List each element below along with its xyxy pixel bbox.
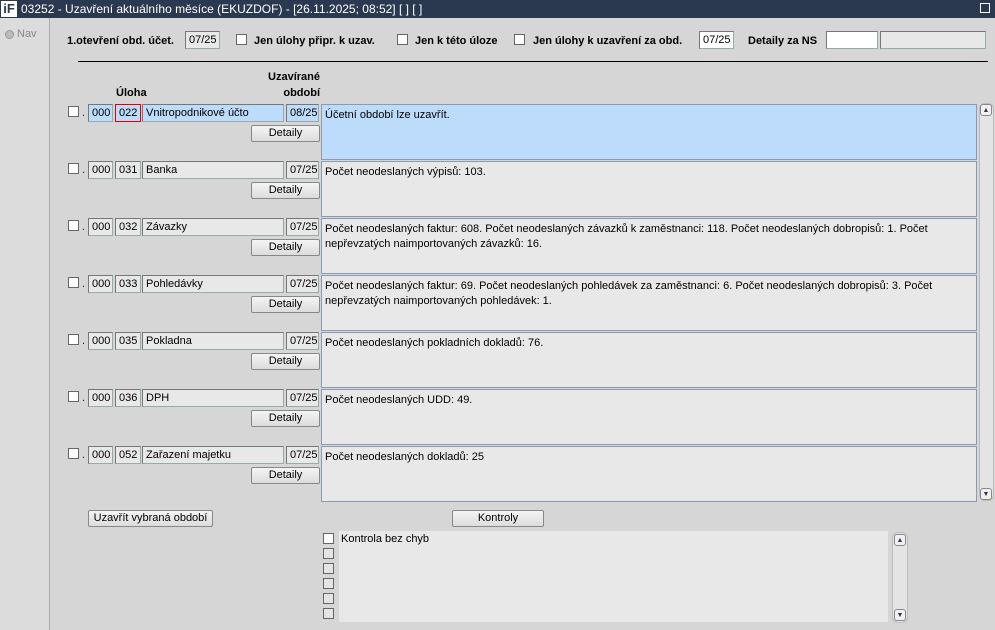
details-button[interactable]: Detaily (251, 296, 320, 313)
scroll-down-icon[interactable]: ▼ (894, 609, 906, 621)
only-closing-period-field[interactable]: 07/25 (699, 31, 734, 49)
scroll-up-icon[interactable]: ▲ (894, 534, 906, 546)
row-select-checkbox[interactable] (68, 277, 79, 288)
period-field[interactable]: 07/25 (286, 218, 319, 236)
only-this-task-label: Jen k této úloze (415, 35, 498, 47)
only-closing-label: Jen úlohy k uzavření za obd. (533, 35, 683, 47)
org-field[interactable]: 000 (88, 332, 113, 350)
app-logo: iF (1, 1, 17, 17)
details-button[interactable]: Detaily (251, 410, 320, 427)
period-field[interactable]: 07/25 (286, 275, 319, 293)
task-message: Počet neodeslaných UDD: 49. (321, 389, 977, 445)
restore-window-icon[interactable] (980, 3, 990, 13)
task-message: Počet neodeslaných výpisů: 103. (321, 161, 977, 217)
period-field[interactable]: 07/25 (286, 332, 319, 350)
period-field[interactable]: 08/25 (286, 104, 319, 122)
org-field[interactable]: 000 (88, 446, 113, 464)
row-select-checkbox[interactable] (68, 448, 79, 459)
task-name-field[interactable]: Závazky (142, 218, 284, 236)
check-item-label: Kontrola bez chyb (341, 533, 430, 545)
org-field[interactable]: 000 (88, 218, 113, 236)
task-message: Počet neodeslaných faktur: 608. Počet ne… (321, 218, 977, 274)
task-code-field[interactable]: 031 (115, 161, 141, 179)
nav-panel: Nav (0, 18, 50, 630)
check-item-checkbox[interactable] (323, 608, 334, 619)
check-item-checkbox[interactable] (323, 533, 334, 544)
only-this-task-checkbox[interactable] (397, 34, 408, 45)
task-name-field[interactable]: Zařazení majetku (142, 446, 284, 464)
task-header: Úloha (116, 87, 147, 99)
details-button[interactable]: Detaily (251, 353, 320, 370)
divider (78, 61, 988, 62)
task-name-field[interactable]: Pohledávky (142, 275, 284, 293)
task-code-field[interactable]: 035 (115, 332, 141, 350)
task-code-field[interactable]: 022 (115, 104, 141, 122)
task-name-field[interactable]: Pokladna (142, 332, 284, 350)
task-name-field[interactable]: DPH (142, 389, 284, 407)
title-bar: iF 03252 - Uzavření aktuálního měsíce (E… (0, 0, 995, 18)
period-field[interactable]: 07/25 (286, 161, 319, 179)
check-item-checkbox[interactable] (323, 593, 334, 604)
task-name-field[interactable]: Banka (142, 161, 284, 179)
only-prepared-checkbox[interactable] (236, 34, 247, 45)
task-code-field[interactable]: 032 (115, 218, 141, 236)
details-button[interactable]: Detaily (251, 125, 320, 142)
task-code-field[interactable]: 033 (115, 275, 141, 293)
checks-scrollbar[interactable]: ▲ ▼ (892, 532, 908, 623)
row-select-checkbox[interactable] (68, 163, 79, 174)
task-code-field[interactable]: 036 (115, 389, 141, 407)
row-select-checkbox[interactable] (68, 106, 79, 117)
scroll-up-icon[interactable]: ▲ (980, 104, 992, 116)
org-field[interactable]: 000 (88, 104, 113, 122)
details-ns-code-field[interactable] (826, 31, 878, 49)
task-message: Účetní období lze uzavřít. (321, 104, 977, 160)
scroll-down-icon[interactable]: ▼ (980, 488, 992, 500)
details-ns-name-field (880, 31, 986, 49)
details-button[interactable]: Detaily (251, 239, 320, 256)
org-field[interactable]: 000 (88, 389, 113, 407)
period-field[interactable]: 07/25 (286, 446, 319, 464)
task-name-field[interactable]: Vnitropodnikové účto (142, 104, 284, 122)
check-item-checkbox[interactable] (323, 548, 334, 559)
row-select-checkbox[interactable] (68, 391, 79, 402)
first-open-label: 1.otevření obd. účet. (67, 35, 174, 47)
only-closing-checkbox[interactable] (514, 34, 525, 45)
details-button[interactable]: Detaily (251, 182, 320, 199)
details-ns-label: Detaily za NS (748, 35, 818, 47)
details-button[interactable]: Detaily (251, 467, 320, 484)
checks-button[interactable]: Kontroly (452, 510, 544, 527)
period-header-line2: období (283, 87, 320, 99)
check-item-checkbox[interactable] (323, 578, 334, 589)
nav-radio[interactable] (5, 30, 14, 39)
period-field[interactable]: 07/25 (286, 389, 319, 407)
window-title: 03252 - Uzavření aktuálního měsíce (EKUZ… (21, 2, 423, 16)
row-select-checkbox[interactable] (68, 220, 79, 231)
task-message: Počet neodeslaných pokladních dokladů: 7… (321, 332, 977, 388)
nav-label: Nav (17, 28, 37, 40)
first-open-field[interactable]: 07/25 (185, 31, 220, 49)
row-select-checkbox[interactable] (68, 334, 79, 345)
task-code-field[interactable]: 052 (115, 446, 141, 464)
task-message: Počet neodeslaných faktur: 69. Počet neo… (321, 275, 977, 331)
close-selected-button[interactable]: Uzavřít vybraná období (88, 510, 213, 527)
period-header-line1: Uzavírané (268, 71, 320, 83)
tasks-scrollbar[interactable]: ▲ ▼ (979, 103, 994, 501)
check-item-checkbox[interactable] (323, 563, 334, 574)
only-prepared-label: Jen úlohy připr. k uzav. (254, 35, 375, 47)
org-field[interactable]: 000 (88, 161, 113, 179)
org-field[interactable]: 000 (88, 275, 113, 293)
task-message: Počet neodeslaných dokladů: 25 (321, 446, 977, 502)
